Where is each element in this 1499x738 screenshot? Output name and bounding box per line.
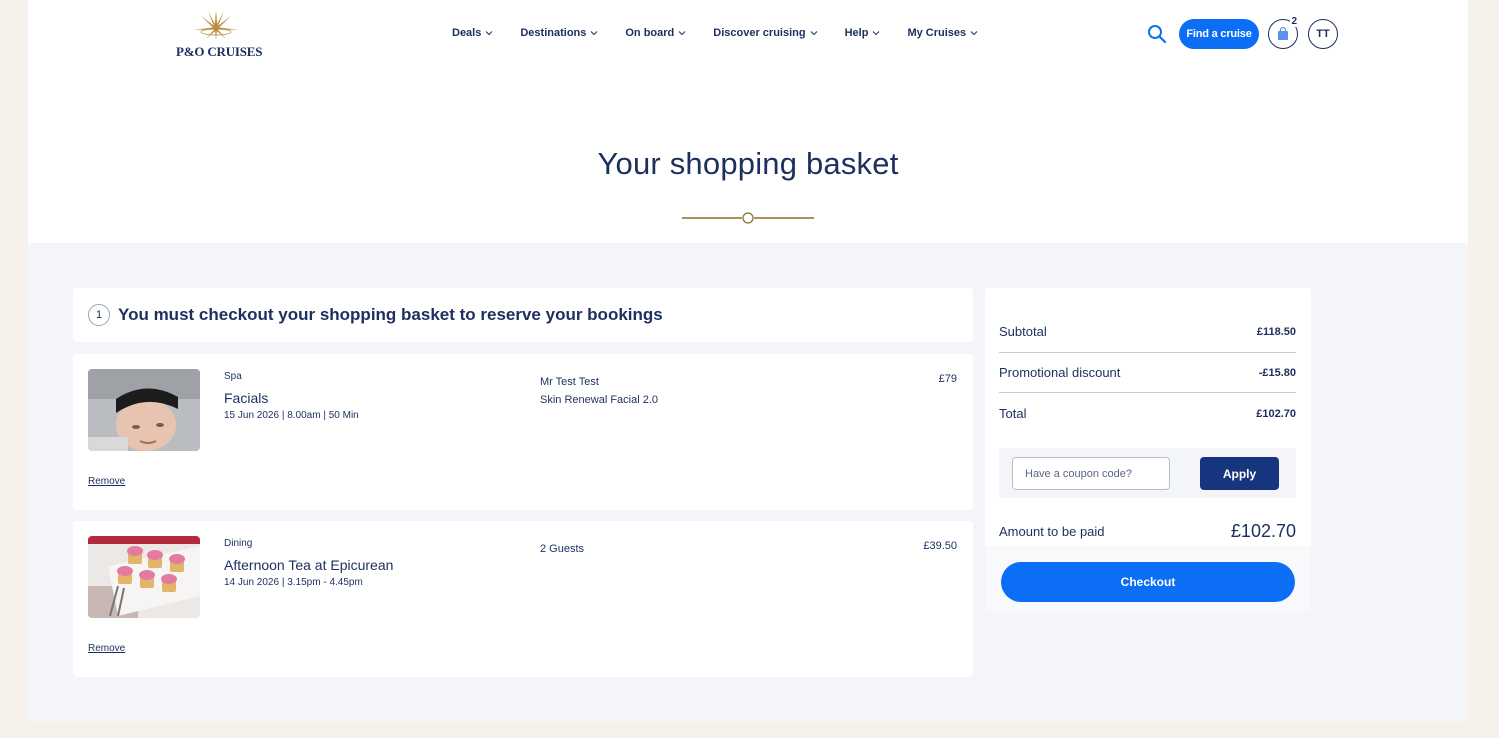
checkout-notice: 1 You must checkout your shopping basket… [73, 288, 973, 342]
nav-item-label: Deals [452, 27, 482, 39]
item-category: Spa [224, 371, 242, 382]
subtotal-row: Subtotal £118.50 [999, 324, 1296, 339]
item-name: Facials [224, 390, 269, 406]
basket-content: 1 You must checkout your shopping basket… [28, 243, 1468, 722]
item-date: 14 Jun 2026 | 3.15pm - 4.45pm [224, 577, 363, 588]
search-icon [1148, 25, 1167, 44]
nav-item-label: My Cruises [907, 27, 967, 39]
chevron-down-icon [591, 31, 598, 36]
chevron-down-icon [873, 31, 880, 36]
chevron-down-icon [810, 31, 817, 36]
item-category: Dining [224, 538, 253, 549]
item-guest-name: Mr Test Test [540, 376, 599, 388]
nav-item-help[interactable]: Help [845, 27, 881, 39]
item-guest-info: 2 Guests [540, 540, 584, 558]
item-guest-count: 2 Guests [540, 543, 585, 555]
nav-item-label: Discover cruising [713, 27, 806, 39]
item-detail: Skin Renewal Facial 2.0 [540, 394, 659, 406]
discount-row: Promotional discount -£15.80 [999, 365, 1296, 380]
nav-item-my-cruises[interactable]: My Cruises [907, 27, 978, 39]
summary-divider [999, 352, 1296, 353]
total-label: Total [999, 406, 1027, 421]
brand-logo-text: P&O CRUISES [176, 44, 263, 59]
item-guest-info: Mr Test Test Skin Renewal Facial 2.0 [540, 373, 658, 409]
afternoon-tea-image [88, 536, 200, 618]
basket-item: Dining Afternoon Tea at Epicurean 14 Jun… [73, 521, 973, 677]
remove-link[interactable]: Remove [88, 476, 125, 487]
nav-item-on-board[interactable]: On board [625, 27, 686, 39]
step-number: 1 [88, 304, 110, 326]
notice-text: You must checkout your shopping basket t… [118, 305, 663, 324]
checkout-section: Checkout [985, 546, 1311, 612]
shopping-bag-icon [1278, 27, 1288, 40]
decorative-divider [682, 212, 814, 224]
find-a-cruise-button[interactable]: Find a cruise [1179, 19, 1259, 49]
search-button[interactable] [1145, 22, 1169, 46]
item-price: £39.50 [923, 540, 957, 552]
main-nav: Deals Destinations On board Discover cru… [452, 27, 978, 39]
brand-logo[interactable]: P&O CRUISES [176, 10, 263, 66]
subtotal-value: £118.50 [1256, 325, 1296, 338]
item-price: £79 [938, 373, 957, 385]
header-actions: Find a cruise 2 TT [1145, 16, 1338, 49]
nav-item-label: Help [844, 27, 869, 39]
coupon-input[interactable] [1012, 457, 1170, 490]
amount-to-pay-label: Amount to be paid [999, 524, 1105, 539]
basket-button[interactable]: 2 [1268, 16, 1298, 49]
remove-link[interactable]: Remove [88, 643, 125, 654]
nav-item-label: Destinations [520, 27, 587, 39]
nav-item-label: On board [625, 27, 675, 39]
basket-count-badge: 2 [1290, 16, 1298, 27]
subtotal-label: Subtotal [999, 324, 1047, 339]
nav-item-deals[interactable]: Deals [452, 27, 493, 39]
page: P&O CRUISES Deals Destinations On board … [28, 0, 1468, 722]
item-name: Afternoon Tea at Epicurean [224, 557, 394, 573]
spa-facial-image [88, 369, 200, 451]
page-title: Your shopping basket [597, 146, 899, 181]
site-header: P&O CRUISES Deals Destinations On board … [28, 0, 1468, 80]
account-avatar[interactable]: TT [1308, 19, 1338, 49]
chevron-down-icon [486, 31, 493, 36]
amount-to-pay-value: £102.70 [1230, 521, 1296, 541]
basket-item: Spa Facials 15 Jun 2026 | 8.00am | 50 Mi… [73, 354, 973, 510]
chevron-down-icon [970, 31, 978, 36]
discount-value: -£15.80 [1258, 366, 1296, 379]
apply-coupon-button[interactable]: Apply [1200, 457, 1279, 490]
sunburst-logo-icon [194, 10, 238, 40]
checkout-button[interactable]: Checkout [1001, 562, 1295, 602]
nav-item-destinations[interactable]: Destinations [520, 27, 598, 39]
total-row: Total £102.70 [999, 406, 1296, 421]
total-value: £102.70 [1256, 407, 1296, 420]
order-summary: Subtotal £118.50 Promotional discount -£… [985, 288, 1311, 612]
item-date: 15 Jun 2026 | 8.00am | 50 Min [224, 410, 359, 421]
nav-item-discover-cruising[interactable]: Discover cruising [713, 27, 817, 39]
coupon-section: Apply [999, 448, 1296, 498]
discount-label: Promotional discount [999, 365, 1121, 380]
summary-divider [999, 392, 1296, 393]
chevron-down-icon [678, 31, 686, 36]
